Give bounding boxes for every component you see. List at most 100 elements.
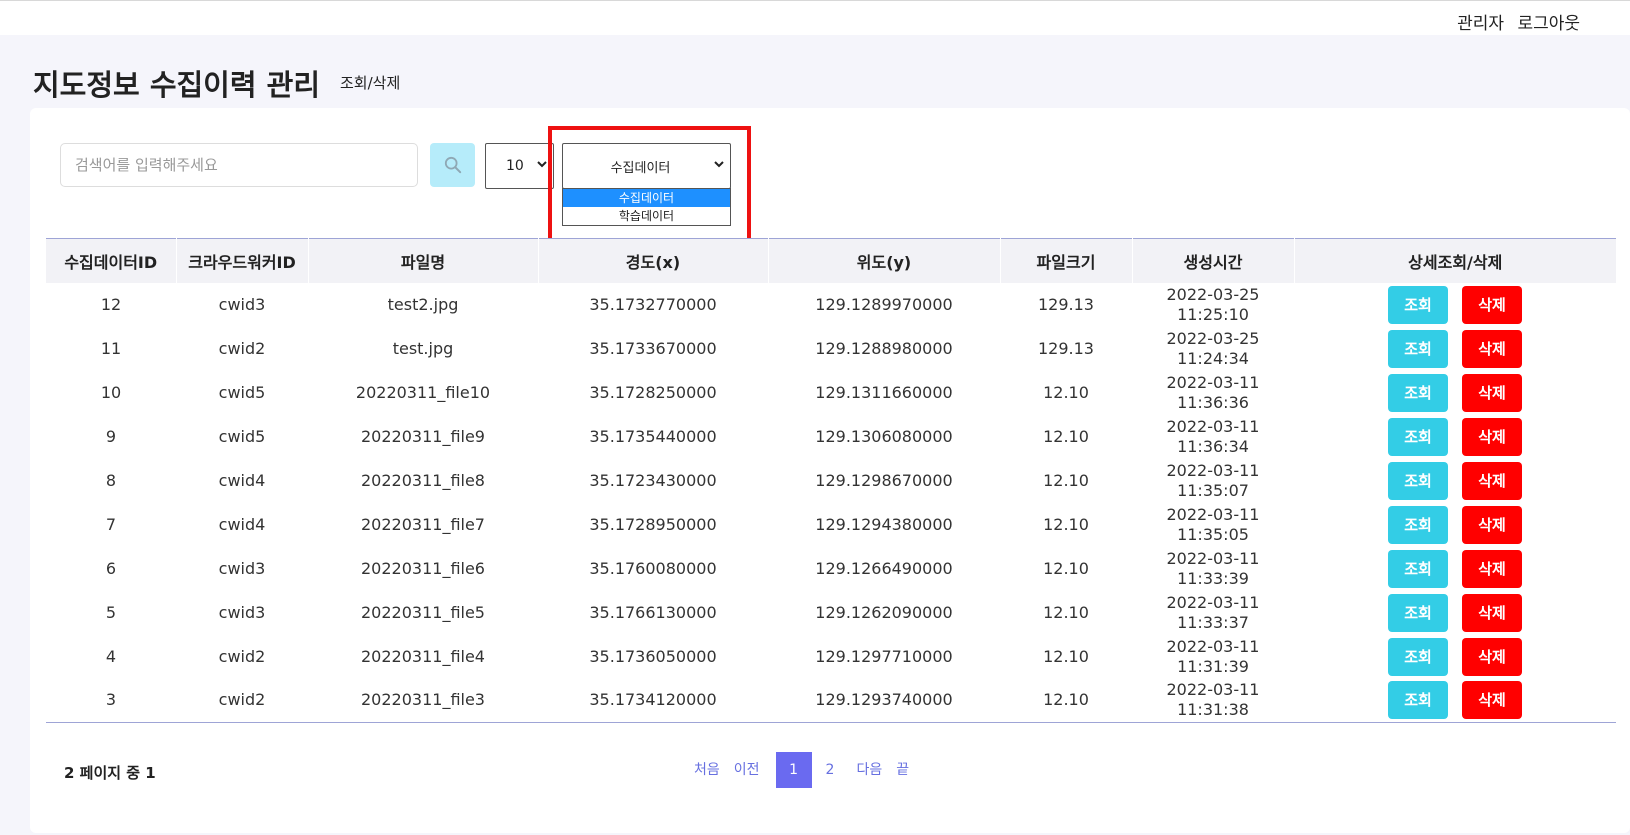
view-button[interactable]: 조회 — [1388, 461, 1448, 500]
delete-button[interactable]: 삭제 — [1462, 549, 1522, 588]
page-info: 2 페이지 중 1 — [64, 764, 156, 782]
view-button[interactable]: 조회 — [1388, 505, 1448, 544]
top-bar: 관리자 로그아웃 — [0, 0, 1630, 35]
cell-filesize: 12.10 — [1043, 690, 1089, 710]
cell-latitude: 129.1298670000 — [815, 470, 953, 490]
page-size-select[interactable]: 10 — [485, 143, 554, 189]
cell-worker: cwid4 — [218, 514, 266, 534]
view-button[interactable]: 조회 — [1388, 681, 1448, 720]
cell-filesize: 12.10 — [1043, 514, 1089, 534]
cell-longitude: 35.1766130000 — [589, 602, 717, 622]
created-time: 11:33:37 — [1177, 612, 1249, 632]
created-date: 2022-03-11 — [1166, 680, 1260, 700]
view-button[interactable]: 조회 — [1388, 373, 1448, 412]
delete-button[interactable]: 삭제 — [1462, 593, 1522, 632]
column-header: 크라우드워커ID — [175, 238, 308, 283]
view-button[interactable]: 조회 — [1388, 329, 1448, 368]
created-date: 2022-03-11 — [1166, 416, 1260, 436]
delete-button[interactable]: 삭제 — [1462, 417, 1522, 456]
pager-last[interactable]: 끝 — [890, 752, 915, 788]
cell-actions: 조회 삭제 — [1294, 283, 1616, 327]
pager-first[interactable]: 처음 — [688, 752, 726, 788]
pager-next[interactable]: 다음 — [850, 752, 888, 788]
cell-id: 5 — [105, 602, 117, 622]
cell-latitude: 129.1294380000 — [815, 514, 953, 534]
cell-filename: 20220311_file4 — [361, 646, 485, 666]
cell-id: 4 — [105, 646, 117, 666]
delete-button[interactable]: 삭제 — [1462, 681, 1522, 720]
search-icon — [444, 156, 461, 174]
created-date: 2022-03-11 — [1166, 636, 1260, 656]
created-time: 11:36:34 — [1177, 436, 1249, 456]
view-button[interactable]: 조회 — [1388, 593, 1448, 632]
cell-worker: cwid2 — [218, 646, 266, 666]
view-button[interactable]: 조회 — [1388, 549, 1448, 588]
pager-page-current[interactable]: 1 — [775, 752, 812, 788]
table-row: 6 cwid3 20220311_file6 35.1760080000 129.126… — [46, 547, 1616, 591]
cell-latitude: 129.1311660000 — [815, 382, 953, 402]
cell-id: 10 — [100, 382, 122, 402]
pager-page[interactable]: 2 — [820, 752, 841, 788]
cell-filename: 20220311_file3 — [361, 690, 485, 710]
pager-prev[interactable]: 이전 — [728, 752, 766, 788]
column-header: 경도(x) — [537, 238, 768, 283]
created-date: 2022-03-11 — [1166, 504, 1260, 524]
delete-button[interactable]: 삭제 — [1462, 637, 1522, 676]
admin-link[interactable]: 관리자 — [1457, 14, 1504, 34]
created-date: 2022-03-25 — [1166, 284, 1260, 304]
data-table: 수집데이터ID 크라우드워커ID 파일명 경도(x) 위도(y) 파일크기 생성… — [46, 238, 1616, 723]
cell-filesize: 12.10 — [1043, 426, 1089, 446]
cell-longitude: 35.1728250000 — [589, 382, 717, 402]
delete-button[interactable]: 삭제 — [1462, 461, 1522, 500]
cell-latitude: 129.1266490000 — [815, 558, 953, 578]
cell-longitude: 35.1760080000 — [589, 558, 717, 578]
column-header: 파일명 — [307, 238, 538, 283]
chevron-down-icon — [537, 161, 547, 168]
view-button[interactable]: 조회 — [1388, 417, 1448, 456]
cell-created: 2022-03-11 11:35:05 — [1132, 503, 1294, 547]
cell-created: 2022-03-11 11:36:36 — [1132, 371, 1294, 415]
pagination: 처음 이전 1 2 다음 끝 — [688, 752, 917, 788]
cell-latitude: 129.1306080000 — [815, 426, 953, 446]
cell-filename: 20220311_file7 — [361, 514, 485, 534]
data-type-select[interactable]: 수집데이터 — [562, 143, 731, 189]
cell-filesize: 12.10 — [1043, 558, 1089, 578]
cell-actions: 조회 삭제 — [1294, 503, 1616, 547]
logout-link[interactable]: 로그아웃 — [1517, 14, 1580, 34]
cell-longitude: 35.1723430000 — [589, 470, 717, 490]
cell-filename: 20220311_file10 — [355, 382, 491, 402]
column-header: 파일크기 — [999, 238, 1132, 283]
cell-worker: cwid3 — [218, 294, 266, 314]
cell-created: 2022-03-11 11:31:38 — [1132, 679, 1294, 723]
cell-id: 3 — [105, 690, 117, 710]
column-header: 생성시간 — [1131, 238, 1294, 283]
search-input[interactable] — [60, 143, 418, 187]
cell-filename: 20220311_file9 — [361, 426, 485, 446]
delete-button[interactable]: 삭제 — [1462, 373, 1522, 412]
cell-latitude: 129.1297710000 — [815, 646, 953, 666]
table-row: 4 cwid2 20220311_file4 35.1736050000 129.129… — [46, 635, 1616, 679]
page-title: 지도정보 수집이력 관리 — [33, 68, 320, 102]
view-button[interactable]: 조회 — [1388, 285, 1448, 324]
column-header: 수집데이터ID — [46, 238, 176, 283]
data-type-value: 수집데이터 — [610, 160, 671, 176]
table-row: 7 cwid4 20220311_file7 35.1728950000 129.129… — [46, 503, 1616, 547]
cell-filename: 20220311_file5 — [361, 602, 485, 622]
search-button[interactable] — [430, 143, 475, 187]
dropdown-option[interactable]: 수집데이터 — [563, 189, 730, 207]
table-row: 10 cwid5 20220311_file10 35.1728250000 129.1… — [46, 371, 1616, 415]
created-date: 2022-03-11 — [1166, 548, 1260, 568]
cell-longitude: 35.1732770000 — [589, 294, 717, 314]
table-header-row: 수집데이터ID 크라우드워커ID 파일명 경도(x) 위도(y) 파일크기 생성… — [46, 238, 1616, 283]
created-time: 11:35:05 — [1177, 524, 1249, 544]
delete-button[interactable]: 삭제 — [1462, 285, 1522, 324]
delete-button[interactable]: 삭제 — [1462, 329, 1522, 368]
cell-filename: test2.jpg — [387, 294, 459, 314]
table-row: 12 cwid3 test2.jpg 35.1732770000 129.1289970… — [46, 283, 1616, 327]
table-row: 11 cwid2 test.jpg 35.1733670000 129.12889800… — [46, 327, 1616, 371]
view-button[interactable]: 조회 — [1388, 637, 1448, 676]
cell-id: 8 — [105, 470, 117, 490]
dropdown-option[interactable]: 학습데이터 — [563, 207, 730, 225]
delete-button[interactable]: 삭제 — [1462, 505, 1522, 544]
cell-created: 2022-03-25 11:24:34 — [1132, 327, 1294, 371]
